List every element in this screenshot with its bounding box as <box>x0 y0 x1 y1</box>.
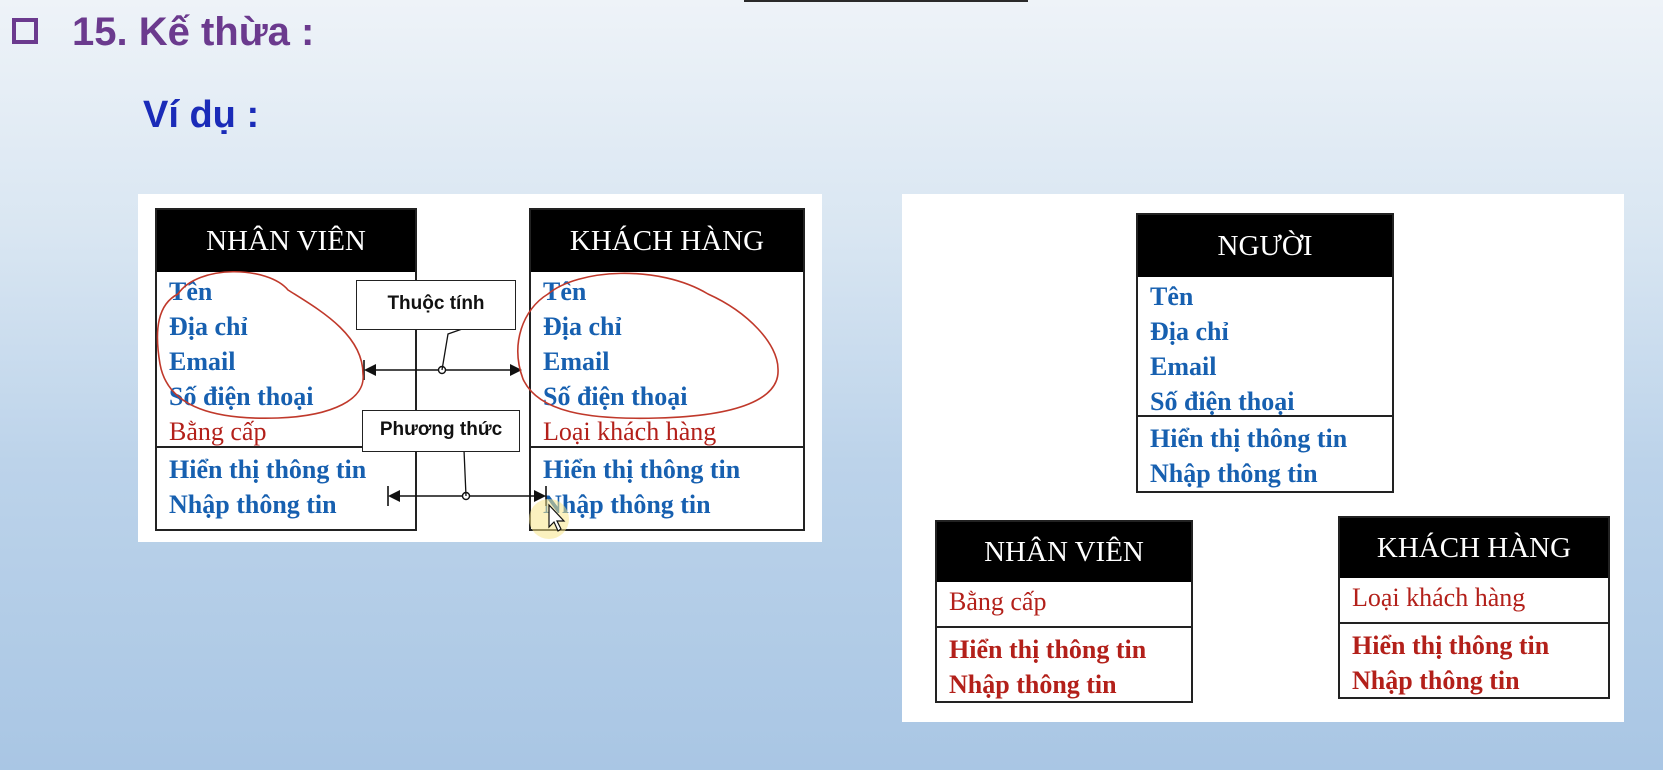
method-item: Hiển thị thông tin <box>1150 424 1348 453</box>
left-diagram-panel: NHÂN VIÊN Tên Địa chỉ Email Số điện thoạ… <box>138 194 822 542</box>
slide-subtitle: Ví dụ : <box>143 94 260 136</box>
class-box-nguoi: NGƯỜI Tên Địa chỉ Email Số điện thoại Hi… <box>1136 213 1394 493</box>
callout-method: Phương thức <box>362 410 520 452</box>
right-diagram-panel: NGƯỜI Tên Địa chỉ Email Số điện thoại Hi… <box>902 194 1624 722</box>
slide-heading: 15. Kế thừa : <box>12 10 314 55</box>
red-annotation-loop <box>517 272 779 420</box>
class-box-khach-hang-right: KHÁCH HÀNG Loại khách hàng Hiển thị thôn… <box>1338 516 1610 699</box>
attribute-item: Loại khách hàng <box>1352 583 1526 612</box>
attribute-item: Email <box>1150 352 1217 381</box>
attribute-item: Bằng cấp <box>949 587 1047 616</box>
callout-pointer <box>463 449 492 497</box>
method-item: Nhập thông tin <box>1352 666 1520 695</box>
methods-section: Hiển thị thông tin Nhập thông tin <box>1340 622 1608 702</box>
checkbox-square-icon <box>12 17 38 44</box>
class-box-nhan-vien-right: NHÂN VIÊN Bằng cấp Hiển thị thông tin Nh… <box>935 520 1193 703</box>
methods-section: Hiển thị thông tin Nhập thông tin <box>1138 415 1392 495</box>
class-title: NGƯỜI <box>1138 215 1392 277</box>
method-item: Hiển thị thông tin <box>1352 631 1550 660</box>
callout-attribute: Thuộc tính <box>356 280 516 330</box>
attributes-section: Bằng cấp <box>937 582 1191 626</box>
attributes-section: Tên Địa chỉ Email Số điện thoại <box>1138 277 1392 416</box>
method-item: Hiển thị thông tin <box>949 635 1147 664</box>
attributes-section: Loại khách hàng <box>1340 578 1608 622</box>
class-title: KHÁCH HÀNG <box>1340 518 1608 578</box>
methods-section: Hiển thị thông tin Nhập thông tin <box>937 626 1191 706</box>
red-annotation-loop <box>156 270 364 420</box>
class-title: NHÂN VIÊN <box>937 522 1191 582</box>
annotation-overlay <box>156 270 779 539</box>
attribute-item: Tên <box>1150 282 1194 311</box>
slide-title: 15. Kế thừa : <box>72 10 315 54</box>
arrow-head-left <box>364 364 376 376</box>
method-item: Nhập thông tin <box>949 670 1117 699</box>
attribute-item: Số điện thoại <box>1150 387 1295 416</box>
attribute-item: Địa chỉ <box>1150 317 1229 346</box>
arrow-head-left <box>388 490 400 502</box>
method-item: Nhập thông tin <box>1150 459 1318 488</box>
top-divider-line <box>744 0 1028 2</box>
